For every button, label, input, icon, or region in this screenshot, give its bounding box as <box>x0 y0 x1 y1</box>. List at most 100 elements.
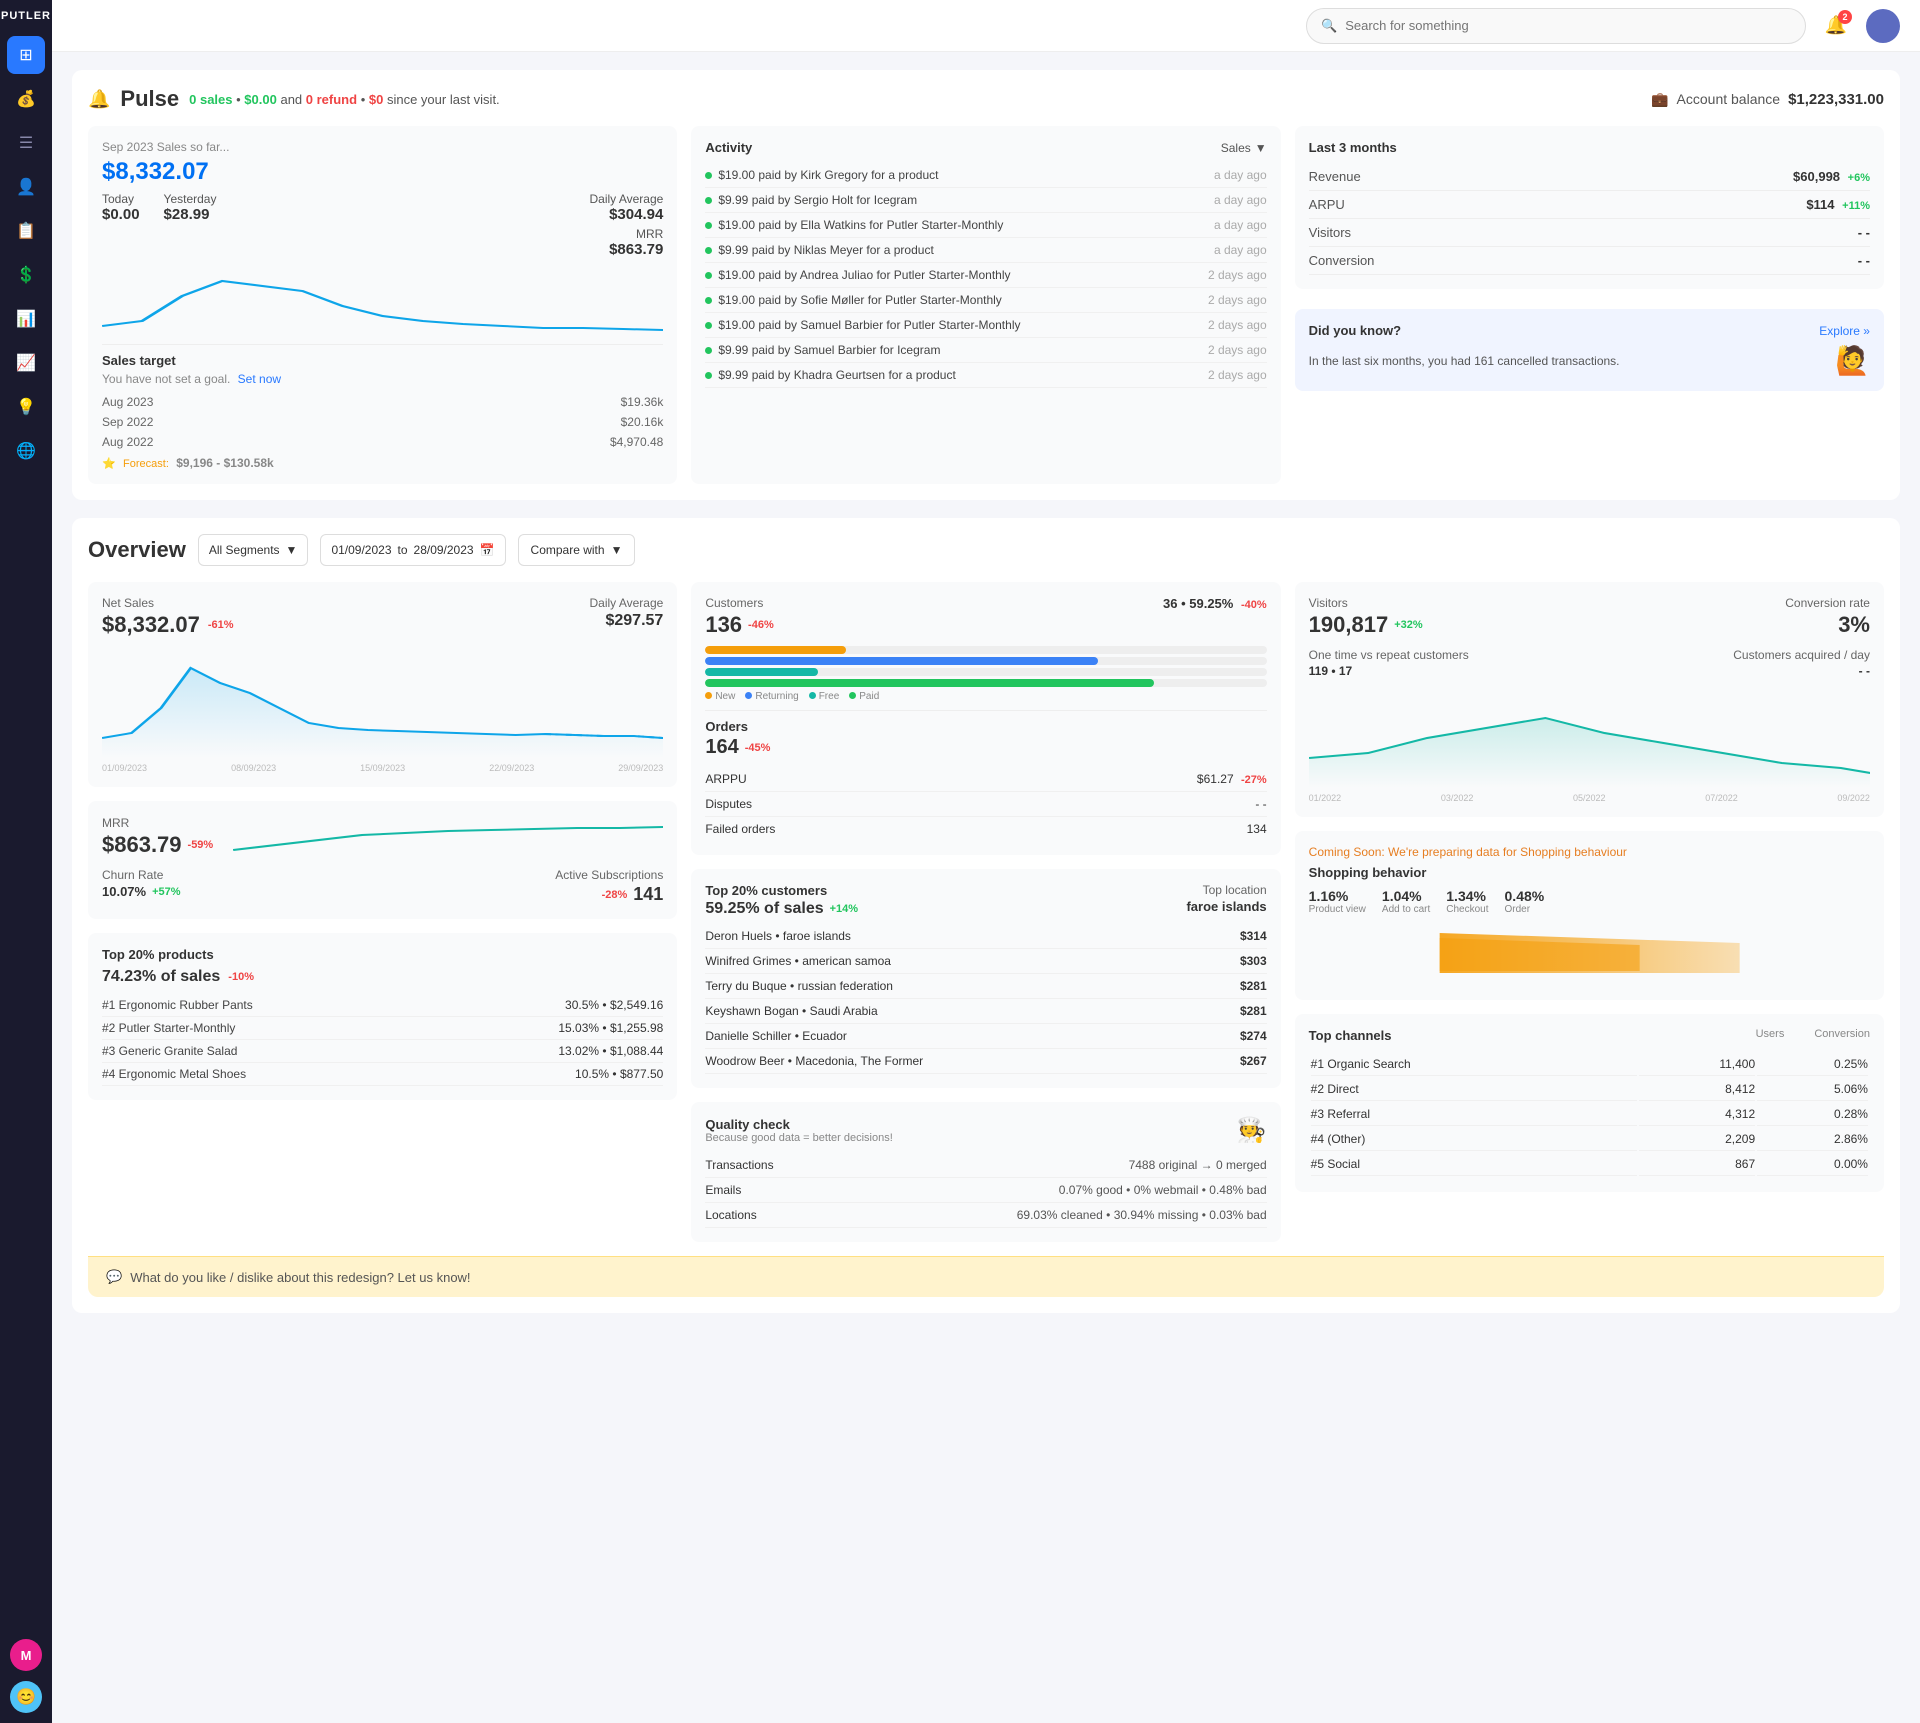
conversion-right: Conversion rate 3% <box>1785 596 1870 638</box>
channels-card: Top channels Users Conversion #1 Organic… <box>1295 1014 1884 1192</box>
feedback-text: What do you like / dislike about this re… <box>130 1270 470 1285</box>
sidebar-user1-avatar[interactable]: M <box>10 1639 42 1671</box>
coming-soon-label: Coming Soon: We're preparing data for Sh… <box>1309 845 1870 859</box>
compare-with-button[interactable]: Compare with ▼ <box>518 534 636 566</box>
cust-row-1: Winifred Grimes • american samoa $303 <box>705 949 1266 974</box>
explore-link[interactable]: Explore » <box>1819 324 1870 338</box>
overview-title: Overview <box>88 537 186 563</box>
notification-button[interactable]: 🔔 2 <box>1818 8 1854 44</box>
shop-metric-1: 1.04% Add to cart <box>1382 888 1430 915</box>
net-sales-left: Net Sales $8,332.07 -61% <box>102 596 234 638</box>
overview-left-column: Net Sales $8,332.07 -61% Daily Average $… <box>88 582 677 1242</box>
products-list: #1 Ergonomic Rubber Pants 30.5% • $2,549… <box>102 994 663 1086</box>
bell-outline-icon: 🔔 <box>88 89 110 110</box>
channel-row-0: #1 Organic Search 11,400 0.25% <box>1311 1053 1868 1076</box>
top-products-card: Top 20% products 74.23% of sales -10% #1… <box>88 933 677 1100</box>
calendar-icon: 📅 <box>480 543 495 557</box>
customers-card: Customers 136 -46% 36 • 59. <box>691 582 1280 855</box>
dyk-content: In the last six months, you had 161 canc… <box>1309 344 1870 377</box>
sidebar-item-subscriptions[interactable]: 📋 <box>7 212 45 250</box>
chevron-down-icon: ▼ <box>286 543 298 557</box>
top-products-pct: 74.23% of sales <box>102 968 220 986</box>
funnel-chart <box>1309 923 1870 983</box>
sales-count: 0 sales <box>189 92 232 107</box>
activity-item-6: $19.00 paid by Samuel Barbier for Putler… <box>705 313 1266 338</box>
pulse-period: Sep 2023 Sales so far... <box>102 140 663 154</box>
one-time-vs-repeat: One time vs repeat customers 119 • 17 Cu… <box>1309 648 1870 678</box>
pulse-subtitle: 0 sales • $0.00 and 0 refund • $0 since … <box>189 92 500 107</box>
today-label: Today <box>102 192 140 206</box>
segment-filter[interactable]: All Segments ▼ <box>198 534 309 566</box>
shopping-behavior-title: Shopping behavior <box>1309 865 1870 880</box>
failed-orders-row: Failed orders 134 <box>705 817 1266 841</box>
yesterday-stat: Yesterday $28.99 <box>164 192 217 258</box>
product-row-2: #3 Generic Granite Salad 13.02% • $1,088… <box>102 1040 663 1063</box>
overview-header: Overview All Segments ▼ 01/09/2023 to 28… <box>88 534 1884 566</box>
user-avatar[interactable] <box>1866 9 1900 43</box>
activity-dot <box>705 247 712 254</box>
set-now-button[interactable]: Set now <box>238 372 281 386</box>
sidebar-item-revenue[interactable]: 💰 <box>7 80 45 118</box>
channel-row-2: #3 Referral 4,312 0.28% <box>1311 1103 1868 1126</box>
sales-sparkline: 01/09/202307/09/202313/09/202319/09/2023… <box>102 266 663 336</box>
sidebar-item-orders[interactable]: ☰ <box>7 124 45 162</box>
mrr-value-pulse: $863.79 <box>590 241 664 258</box>
shopping-behavior-card: Coming Soon: We're preparing data for Sh… <box>1295 831 1884 1000</box>
search-input[interactable] <box>1345 18 1791 33</box>
activity-dot <box>705 322 712 329</box>
active-subscriptions: Active Subscriptions -28% 141 <box>555 868 663 905</box>
quality-rows: Transactions 7488 original → 0 merged Em… <box>705 1153 1266 1228</box>
sidebar-item-payouts[interactable]: 💲 <box>7 256 45 294</box>
app-logo: PUTLER <box>1 10 51 22</box>
top-customers-card: Top 20% customers 59.25% of sales +14% T… <box>691 869 1280 1088</box>
activity-header: Activity Sales ▼ <box>705 140 1266 155</box>
forecast-icon: ⭐ <box>102 458 116 470</box>
visitors-card: Visitors 190,817 +32% Conversion rate 3% <box>1295 582 1884 817</box>
sidebar-item-insights[interactable]: 💡 <box>7 388 45 426</box>
customers-right: 36 • 59.25% -40% <box>1163 596 1267 611</box>
pulse-header: 🔔 Pulse 0 sales • $0.00 and 0 refund • $… <box>88 86 1884 112</box>
sidebar-user2-avatar[interactable]: 😊 <box>10 1681 42 1713</box>
sidebar-item-dashboard[interactable]: ⊞ <box>7 36 45 74</box>
overview-right-column: Visitors 190,817 +32% Conversion rate 3% <box>1295 582 1884 1242</box>
activity-item-1: $9.99 paid by Sergio Holt for Icegram a … <box>705 188 1266 213</box>
channel-row-3: #4 (Other) 2,209 2.86% <box>1311 1128 1868 1151</box>
cust-row-4: Danielle Schiller • Ecuador $274 <box>705 1024 1266 1049</box>
page-content: 🔔 Pulse 0 sales • $0.00 and 0 refund • $… <box>52 52 1920 1331</box>
shop-metric-0: 1.16% Product view <box>1309 888 1366 915</box>
churn-rate: Churn Rate 10.07% +57% <box>102 868 181 905</box>
sales-amount: $0.00 <box>244 92 277 107</box>
activity-item-2: $19.00 paid by Ella Watkins for Putler S… <box>705 213 1266 238</box>
pulse-section: 🔔 Pulse 0 sales • $0.00 and 0 refund • $… <box>72 70 1900 500</box>
target-row-1: Aug 2023 $19.36k <box>102 392 663 412</box>
top-customers-list: Deron Huels • faroe islands $314 Winifre… <box>705 924 1266 1074</box>
activity-item-7: $9.99 paid by Samuel Barbier for Icegram… <box>705 338 1266 363</box>
sidebar-item-reports[interactable]: 📊 <box>7 300 45 338</box>
sidebar-item-trends[interactable]: 📈 <box>7 344 45 382</box>
sidebar-item-customers[interactable]: 👤 <box>7 168 45 206</box>
daily-avg-label: Daily Average <box>590 192 664 206</box>
visitors-row: Visitors - - <box>1309 219 1870 247</box>
net-sales-chart <box>102 638 663 758</box>
cust-row-3: Keyshawn Bogan • Saudi Arabia $281 <box>705 999 1266 1024</box>
target-row-2: Sep 2022 $20.16k <box>102 412 663 432</box>
activity-dot <box>705 347 712 354</box>
sales-filter-dropdown[interactable]: Sales ▼ <box>1221 141 1267 155</box>
search-box[interactable]: 🔍 <box>1306 8 1806 44</box>
quality-illustration: 🧑‍🍳 <box>1237 1116 1267 1145</box>
date-range-picker[interactable]: 01/09/2023 to 28/09/2023 📅 <box>320 534 505 566</box>
customers-bars: New Returning Free Paid <box>705 646 1266 702</box>
sidebar-item-global[interactable]: 🌐 <box>7 432 45 470</box>
sidebar: PUTLER ⊞ 💰 ☰ 👤 📋 💲 📊 📈 💡 🌐 M 😊 <box>0 0 52 1723</box>
forecast-row: ⭐ Forecast: $9,196 - $130.58k <box>102 456 663 470</box>
activity-dot <box>705 222 712 229</box>
overview-section: Overview All Segments ▼ 01/09/2023 to 28… <box>72 518 1900 1313</box>
search-icon: 🔍 <box>1321 18 1337 34</box>
chevron-down-icon: ▼ <box>611 543 623 557</box>
feedback-bar[interactable]: 💬 What do you like / dislike about this … <box>88 1256 1884 1297</box>
activity-item-0: $19.00 paid by Kirk Gregory for a produc… <box>705 163 1266 188</box>
mrr-metrics-row: Churn Rate 10.07% +57% Active Subscripti… <box>102 868 663 905</box>
account-balance-value: $1,223,331.00 <box>1788 91 1884 108</box>
daily-avg-right: Daily Average $297.57 <box>590 596 664 630</box>
revenue-row: Revenue $60,998 +6% <box>1309 163 1870 191</box>
